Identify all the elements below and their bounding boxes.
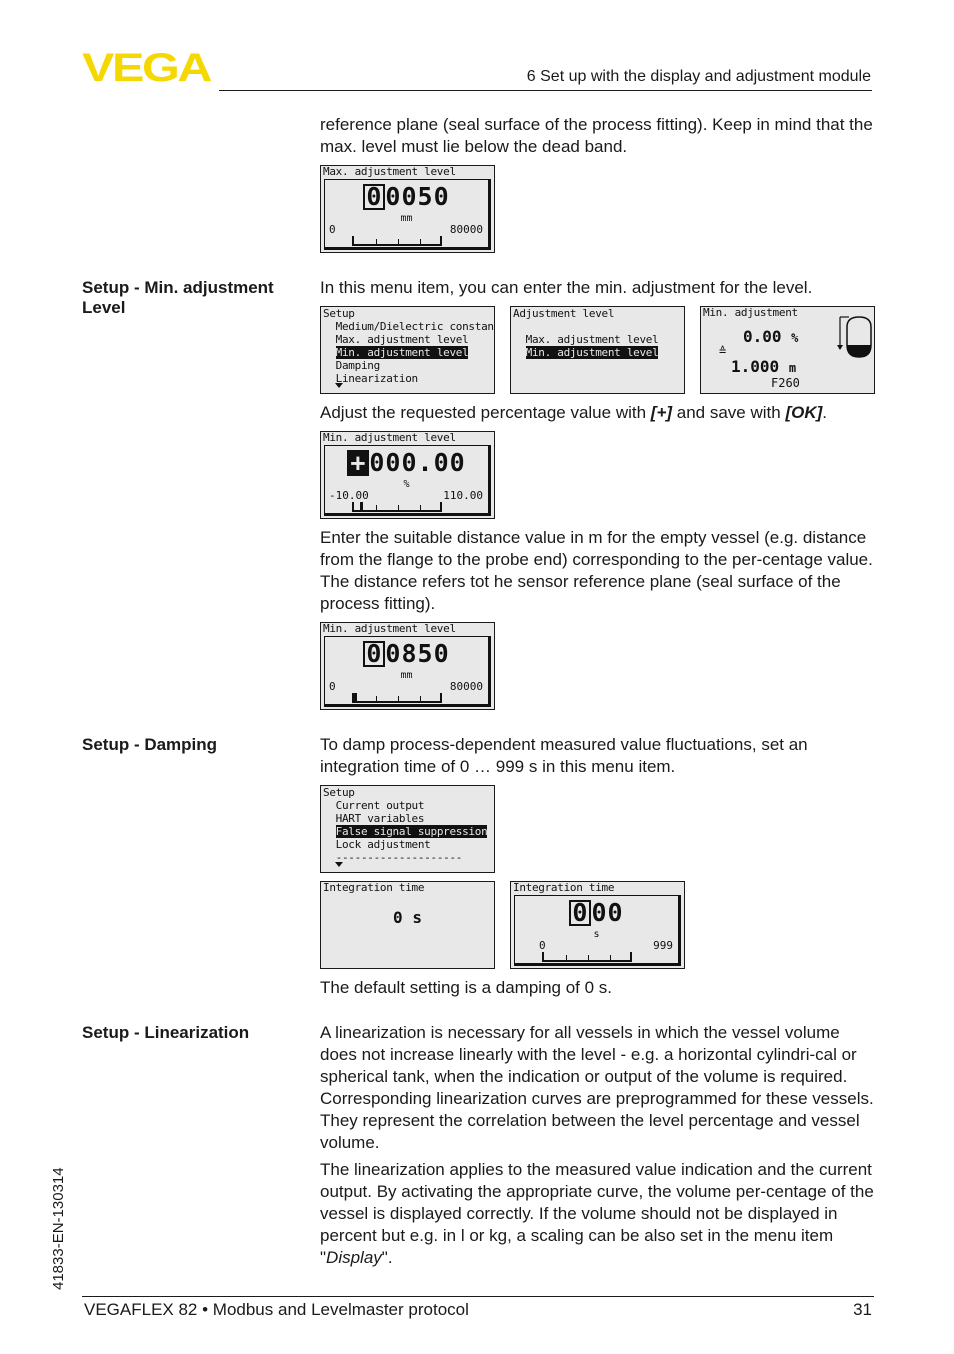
menu-item-reference: Display bbox=[326, 1248, 382, 1267]
footer-divider bbox=[82, 1296, 874, 1297]
menu-item[interactable]: Current output bbox=[336, 799, 425, 812]
cursor-digit: 0 bbox=[569, 900, 592, 926]
value-field: 0 0850 bbox=[325, 639, 488, 668]
scale-max: 80000 bbox=[449, 223, 483, 236]
paragraph-linearization-1: A linearization is necessary for all ves… bbox=[320, 1023, 874, 1152]
scroll-down-icon bbox=[335, 862, 343, 867]
value-field: +000.00 bbox=[325, 448, 488, 477]
scale-max: 999 bbox=[653, 939, 673, 952]
display-min-adjust-percent: Min. adjustment level +000.00 % -10.00 1… bbox=[320, 431, 495, 519]
scroll-down-icon bbox=[335, 383, 343, 388]
distance-value: 1.000 m bbox=[731, 357, 797, 376]
value-digits: 0850 bbox=[385, 639, 450, 668]
paragraph-adjust-percent: Adjust the requested percentage value wi… bbox=[320, 403, 827, 422]
scale-min: 0 bbox=[539, 939, 546, 952]
menu-title: Adjustment level bbox=[513, 307, 615, 320]
paragraph-distance: Enter the suitable distance value in m f… bbox=[320, 528, 873, 613]
menu-item-selected[interactable]: Min. adjustment level bbox=[335, 346, 469, 359]
menu-title: Setup bbox=[323, 786, 355, 799]
menu-item-selected[interactable]: Min. adjustment level bbox=[525, 346, 659, 359]
heading-damping: Setup - Damping bbox=[82, 735, 218, 754]
display-integration-time-view: Integration time 0 s bbox=[320, 881, 495, 969]
scale-max: 80000 bbox=[449, 680, 483, 693]
paragraph-min-adjust-intro: In this menu item, you can enter the min… bbox=[320, 278, 813, 297]
display-title: Integration time bbox=[513, 881, 615, 894]
cursor-digit: 0 bbox=[363, 641, 386, 667]
section-title: 6 Set up with the display and adjustment… bbox=[526, 68, 871, 85]
vessel-icon bbox=[837, 316, 872, 358]
menu-item[interactable]: Max. adjustment level bbox=[526, 333, 659, 346]
menu-separator: -------------------- bbox=[335, 851, 463, 864]
display-title: Min. adjustment bbox=[703, 306, 798, 319]
value-digits: 0050 bbox=[385, 182, 450, 211]
menu-item[interactable]: Linearization bbox=[336, 372, 419, 385]
menu-item[interactable]: Damping bbox=[336, 359, 381, 372]
key-ok: [OK] bbox=[785, 403, 823, 422]
menu-list: Adjustment level Max. adjustment level M… bbox=[513, 307, 659, 359]
display-title: Integration time bbox=[323, 881, 425, 894]
value-field: 0 00 bbox=[515, 898, 678, 927]
display-title: Max. adjustment level bbox=[323, 165, 456, 178]
function-code: F260 bbox=[771, 376, 800, 390]
scale-max: 110.00 bbox=[443, 489, 483, 502]
display-setup-menu: Setup Medium/Dielectric constant Max. ad… bbox=[320, 306, 495, 394]
menu-item[interactable]: Medium/Dielectric constant bbox=[336, 320, 494, 333]
paragraph-linearization-2: The linearization applies to the measure… bbox=[320, 1160, 874, 1267]
display-min-adjust-distance: Min. adjustment level 0 0850 mm 0 80000 bbox=[320, 622, 495, 710]
scale-min: -10.00 bbox=[329, 489, 369, 502]
menu-item[interactable]: HART variables bbox=[336, 812, 425, 825]
scale-bar bbox=[352, 236, 442, 246]
document-id: 41833-EN-130314 bbox=[50, 1167, 67, 1290]
scale-bar bbox=[542, 952, 632, 962]
integration-value: 0 s bbox=[393, 908, 422, 927]
value-field: 0 0050 bbox=[325, 182, 488, 211]
heading-linearization: Setup - Linearization bbox=[82, 1023, 250, 1042]
display-adjustment-level: Adjustment level Max. adjustment level M… bbox=[510, 306, 685, 394]
menu-title: Setup bbox=[323, 307, 355, 320]
scale-bar bbox=[352, 502, 442, 512]
key-plus: [+] bbox=[650, 403, 673, 422]
footer-product: VEGAFLEX 82 • Modbus and Levelmaster pro… bbox=[84, 1300, 469, 1319]
menu-list: Setup Current output HART variables Fals… bbox=[323, 786, 488, 864]
display-min-adjustment-overview: Min. adjustment 0.00 % ≙ 1.000 m F260 bbox=[700, 306, 875, 394]
vega-logo: VEGA bbox=[82, 50, 212, 84]
menu-list: Setup Medium/Dielectric constant Max. ad… bbox=[323, 307, 494, 385]
menu-item[interactable]: Max. adjustment level bbox=[336, 333, 469, 346]
scale-min: 0 bbox=[329, 680, 336, 693]
scale-bar bbox=[352, 693, 442, 703]
equivalent-icon: ≙ bbox=[719, 344, 727, 358]
value-digits: 00 bbox=[591, 898, 624, 927]
display-setup-menu-2: Setup Current output HART variables Fals… bbox=[320, 785, 495, 873]
display-max-adjustment: Max. adjustment level 0 0050 mm 0 80000 bbox=[320, 165, 495, 253]
menu-item-selected[interactable]: False signal suppression bbox=[335, 825, 488, 838]
heading-min-adjustment: Setup - Min. adjustment Level bbox=[82, 278, 274, 317]
intro-paragraph: reference plane (seal surface of the pro… bbox=[320, 115, 873, 156]
header-divider bbox=[219, 90, 872, 91]
cursor-digit: + bbox=[347, 450, 370, 476]
cursor-digit: 0 bbox=[363, 184, 386, 210]
display-title: Min. adjustment level bbox=[323, 622, 456, 635]
svg-text:VEGA: VEGA bbox=[82, 50, 211, 84]
page-number: 31 bbox=[853, 1300, 872, 1319]
display-integration-time-edit: Integration time 0 00 s 0 999 bbox=[510, 881, 685, 969]
paragraph-damping: To damp process-dependent measured value… bbox=[320, 735, 808, 776]
menu-item[interactable]: Lock adjustment bbox=[336, 838, 431, 851]
display-title: Min. adjustment level bbox=[323, 431, 456, 444]
paragraph-damping-default: The default setting is a damping of 0 s. bbox=[320, 978, 613, 997]
scale-min: 0 bbox=[329, 223, 336, 236]
percent-value: 0.00 % bbox=[743, 327, 799, 346]
value-digits: 000.00 bbox=[369, 448, 466, 477]
